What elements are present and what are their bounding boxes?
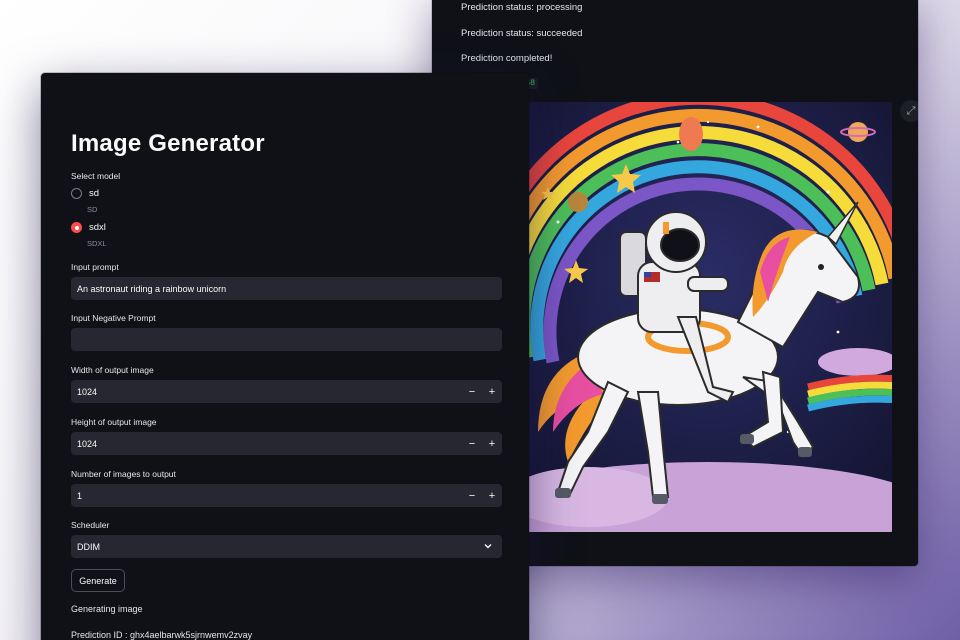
form-window: Image Generator Select model sd SD sdxl … (41, 73, 529, 640)
num-images-label: Number of images to output (71, 469, 176, 479)
width-value: 1024 (77, 386, 98, 397)
scheduler-label: Scheduler (71, 520, 110, 530)
chevron-down-icon (484, 544, 492, 549)
generate-button[interactable]: Generate (71, 569, 125, 592)
num-images-input[interactable]: 1 − + (71, 484, 502, 507)
radio-sd[interactable]: sd (71, 188, 99, 199)
prompt-input[interactable]: An astronaut riding a rainbow unicorn (71, 277, 502, 300)
prompt-value: An astronaut riding a rainbow unicorn (77, 283, 227, 294)
width-increment-button[interactable]: + (482, 386, 502, 398)
status-completed: Prediction completed! (461, 53, 553, 64)
height-increment-button[interactable]: + (482, 438, 502, 450)
negative-prompt-label: Input Negative Prompt (71, 313, 156, 323)
num-images-increment-button[interactable]: + (482, 490, 502, 502)
negative-prompt-input[interactable] (71, 328, 502, 351)
page-title: Image Generator (71, 130, 265, 157)
radio-sdxl[interactable]: sdxl (71, 222, 106, 233)
radio-label-sd: sd (89, 188, 100, 199)
radio-circle-sd[interactable] (71, 188, 82, 199)
height-decrement-button[interactable]: − (462, 438, 482, 450)
generated-image (528, 102, 892, 532)
caption-sdxl: SDXL (87, 239, 107, 248)
prompt-label: Input prompt (71, 262, 119, 272)
num-images-value: 1 (77, 490, 83, 501)
width-label: Width of output image (71, 365, 154, 375)
height-input[interactable]: 1024 − + (71, 432, 502, 455)
caption-sd: SD (87, 205, 98, 214)
generating-text: Generating image (71, 604, 143, 614)
status-processing: Prediction status: processing (461, 2, 583, 13)
width-decrement-button[interactable]: − (462, 386, 482, 398)
num-images-decrement-button[interactable]: − (462, 490, 482, 502)
radio-circle-sdxl[interactable] (71, 222, 82, 233)
status-succeeded: Prediction status: succeeded (461, 28, 583, 39)
model-label: Select model (71, 171, 121, 181)
width-input[interactable]: 1024 − + (71, 380, 502, 403)
scheduler-value: DDIM (77, 541, 100, 552)
scheduler-select[interactable]: DDIM (71, 535, 502, 558)
height-value: 1024 (77, 438, 98, 449)
prediction-id: Prediction ID : ghx4aelbarwk5sjrnwemv2zv… (71, 630, 253, 640)
fullscreen-icon[interactable]: ⤢ (900, 100, 918, 122)
radio-label-sdxl: sdxl (89, 222, 106, 233)
height-label: Height of output image (71, 417, 157, 427)
